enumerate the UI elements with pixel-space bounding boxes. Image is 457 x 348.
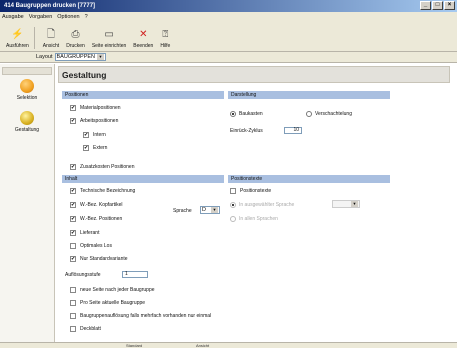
close-button[interactable]: × <box>444 1 455 10</box>
checkbox-box: ✔ <box>70 230 76 236</box>
checkbox-box <box>70 313 76 319</box>
help-icon: ⍰ <box>162 29 169 40</box>
checkbox-box: ✔ <box>83 145 89 151</box>
chevron-down-icon: ▼ <box>351 201 358 207</box>
einrueck-label: Einrück-Zyklus <box>230 128 263 134</box>
radio-verschachtelung[interactable]: Verschachtelung <box>306 111 352 117</box>
gestaltung-pencil-icon <box>20 111 34 125</box>
layout-select-value: BAUGRUPPEN <box>56 54 96 60</box>
minimize-button[interactable]: _ <box>420 1 431 10</box>
checkbox-positionstexte[interactable]: Positionstexte <box>230 188 271 194</box>
close-red-x-icon: ✕ <box>139 29 148 40</box>
aufloesungsstufe-input[interactable]: 1 <box>122 271 148 278</box>
checkbox-zusatzkosten[interactable]: ✔ Zusatzkosten Positionen <box>70 164 134 170</box>
radio-circle <box>306 111 312 117</box>
section-header-positionstexte: Positionstexte <box>228 175 390 183</box>
checkbox-intern[interactable]: ✔ Intern <box>83 132 106 138</box>
einrueck-input[interactable]: 10 <box>284 127 302 134</box>
page-title: Gestaltung <box>58 66 450 83</box>
nav-selektion[interactable]: Selektion <box>0 79 54 101</box>
checkbox-optimales-los[interactable]: Optimales Los <box>70 243 112 249</box>
view-icon: 🗋 <box>46 29 56 40</box>
section-header-darstellung: Darstellung <box>228 91 390 99</box>
checkbox-arbeitspositionen[interactable]: ✔ Arbeitspositionen <box>70 118 118 124</box>
menu-optionen[interactable]: Optionen <box>57 12 79 22</box>
checkbox-lieferant[interactable]: ✔ Lieferant <box>70 230 99 236</box>
print-icon: ⎙ <box>71 29 80 40</box>
ausfuehren-button[interactable]: ⚡ Ausführen <box>4 29 31 51</box>
chevron-down-icon: ▼ <box>211 207 218 213</box>
checkbox-wbez-kopfartikel[interactable]: ✔ W.-Bez. Kopfartikel <box>70 202 123 208</box>
layout-select[interactable]: BAUGRUPPEN ▼ <box>54 53 107 61</box>
checkbox-box <box>70 300 76 306</box>
menu-bar: Ausgabe Vorgaben Optionen ? <box>0 12 457 22</box>
menu-ausgabe[interactable]: Ausgabe <box>2 12 24 22</box>
menu-help[interactable]: ? <box>85 12 88 22</box>
checkbox-wbez-positionen[interactable]: ✔ W.-Bez. Positionen <box>70 216 122 222</box>
toolbar: ⚡ Ausführen 🗋 Ansicht ⎙ Drucken ▭ Seite … <box>0 22 457 52</box>
checkbox-neue-seite[interactable]: neue Seite nach jeder Baugruppe <box>70 287 155 293</box>
beenden-button[interactable]: ✕ Beenden <box>131 29 155 51</box>
radio-circle <box>230 216 236 222</box>
checkbox-deckblatt[interactable]: Deckblatt <box>70 326 101 332</box>
drucken-button[interactable]: ⎙ Drucken <box>64 29 87 51</box>
checkbox-baugruppenaufloesung[interactable]: Baugruppenauflösung falls mehrfach vorha… <box>70 313 211 319</box>
checkbox-box: ✔ <box>70 105 76 111</box>
maximize-button[interactable]: □ <box>432 1 443 10</box>
checkbox-box <box>230 188 236 194</box>
seite-einrichten-button[interactable]: ▭ Seite einrichten <box>90 29 128 51</box>
aufloesungsstufe-label: Auflösungsstufe <box>65 272 101 278</box>
radio-alle-sprachen[interactable]: In allen Sprachen <box>230 216 278 222</box>
window-title-bar: 414 Baugruppen drucken [7777] _ □ × <box>0 0 457 12</box>
checkbox-extern[interactable]: ✔ Extern <box>83 145 107 151</box>
radio-ausgewaehlte-sprache[interactable]: In ausgewählter Sprache <box>230 202 294 208</box>
checkbox-box: ✔ <box>70 164 76 170</box>
checkbox-box <box>70 287 76 293</box>
layout-label: Layout <box>36 54 53 60</box>
checkbox-pro-seite[interactable]: Pro Seite aktuelle Baugruppe <box>70 300 145 306</box>
left-pane-header <box>2 67 52 75</box>
page-setup-icon: ▭ <box>104 29 114 40</box>
checkbox-box: ✔ <box>70 188 76 194</box>
hilfe-button[interactable]: ⍰ Hilfe <box>158 29 172 51</box>
menu-vorgaben[interactable]: Vorgaben <box>29 12 53 22</box>
checkbox-box <box>70 326 76 332</box>
positionstexte-sprache-select[interactable]: ▼ <box>332 200 360 208</box>
checkbox-box: ✔ <box>70 118 76 124</box>
checkbox-nur-standardvariante[interactable]: ✔ Nur Standardvariante <box>70 256 128 262</box>
nav-gestaltung[interactable]: Gestaltung <box>0 111 54 133</box>
section-header-inhalt: Inhalt <box>62 175 224 183</box>
radio-baukasten[interactable]: Baukasten <box>230 111 263 117</box>
checkbox-box: ✔ <box>70 256 76 262</box>
window-controls: _ □ × <box>420 1 455 10</box>
section-header-positionen: Positionen <box>62 91 224 99</box>
checkbox-box: ✔ <box>83 132 89 138</box>
ansicht-button[interactable]: 🗋 Ansicht <box>41 29 61 51</box>
checkbox-materialpositionen[interactable]: ✔ Materialpositionen <box>70 105 121 111</box>
checkbox-technische-bezeichnung[interactable]: ✔ Technische Bezeichnung <box>70 188 135 194</box>
run-icon: ⚡ <box>11 29 24 40</box>
radio-circle <box>230 202 236 208</box>
chevron-down-icon: ▼ <box>97 54 105 60</box>
radio-circle <box>230 111 236 117</box>
main-panel: Gestaltung Positionen ✔ Materialposition… <box>58 66 450 342</box>
layout-bar: Layout BAUGRUPPEN ▼ <box>0 52 457 63</box>
window-title: 414 Baugruppen drucken [7777] <box>4 3 96 9</box>
toolbar-separator <box>33 27 35 49</box>
sprache-label: Sprache <box>173 208 192 214</box>
status-left: Standard <box>126 343 143 348</box>
left-navigation-pane: Selektion Gestaltung <box>0 64 55 342</box>
selektion-icon <box>20 79 34 93</box>
checkbox-box: ✔ <box>70 216 76 222</box>
status-right: Ansicht <box>196 343 210 348</box>
checkbox-box <box>70 243 76 249</box>
status-bar: Standard Ansicht <box>0 342 457 348</box>
sprache-select[interactable]: D ▼ <box>200 206 220 214</box>
checkbox-box: ✔ <box>70 202 76 208</box>
